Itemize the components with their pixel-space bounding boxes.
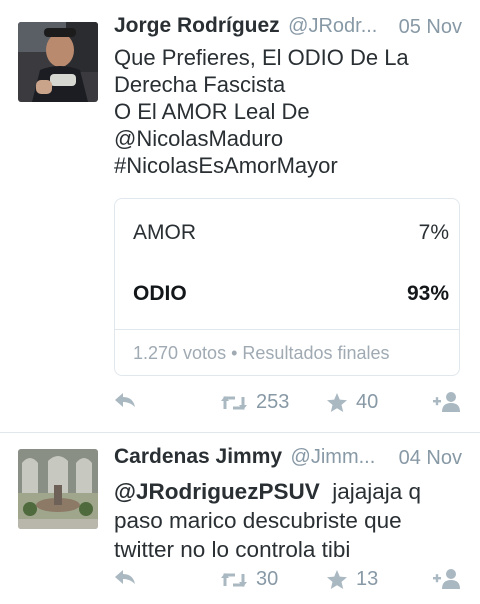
tweet-text: Que Prefieres, El ODIO De La Derecha Fas… bbox=[114, 44, 460, 179]
tweet[interactable]: Jorge Rodríguez @JRodr... 05 Nov Que Pre… bbox=[0, 0, 480, 432]
retweet-icon bbox=[220, 393, 248, 413]
poll-option-label: ODIO bbox=[133, 282, 187, 305]
tweet-header: Cardenas Jimmy @Jimm... 04 Nov bbox=[114, 445, 462, 477]
retweet-button[interactable]: 253 bbox=[220, 391, 289, 414]
reply-icon bbox=[114, 391, 136, 409]
poll-option: AMOR 7% bbox=[133, 221, 449, 251]
tweet-text-line: @JRodriguezPSUV jajajaja q bbox=[114, 477, 460, 506]
author-name[interactable]: Jorge Rodríguez bbox=[114, 14, 280, 37]
poll-footer: 1.270 votos • Resultados finales bbox=[133, 343, 390, 364]
poll-status: Resultados finales bbox=[242, 343, 390, 363]
avatar[interactable] bbox=[18, 449, 98, 529]
retweet-count: 30 bbox=[256, 568, 279, 590]
tweet-text-line: O El AMOR Leal De bbox=[114, 99, 310, 124]
like-count: 13 bbox=[356, 568, 379, 590]
poll-option-winner: ODIO 93% bbox=[133, 282, 449, 312]
reply-button[interactable] bbox=[114, 568, 136, 586]
follow-button[interactable] bbox=[432, 391, 462, 413]
reply-button[interactable] bbox=[114, 391, 136, 409]
like-button[interactable]: 40 bbox=[326, 391, 378, 414]
hashtag-link[interactable]: #NicolasEsAmorMayor bbox=[114, 152, 460, 179]
author-handle[interactable]: @Jimm... bbox=[291, 446, 376, 468]
author-handle[interactable]: @JRodr... bbox=[288, 15, 377, 37]
tweet-text-line: Derecha Fascista bbox=[114, 72, 286, 97]
poll-separator: • bbox=[231, 343, 238, 363]
tweet-date[interactable]: 05 Nov bbox=[399, 16, 462, 39]
retweet-button[interactable]: 30 bbox=[220, 568, 278, 591]
poll-card: AMOR 7% ODIO 93% 1.270 votos • Resultado… bbox=[114, 198, 460, 376]
poll-option-percent: 93% bbox=[406, 282, 449, 305]
tweet[interactable]: Cardenas Jimmy @Jimm... 04 Nov @JRodrigu… bbox=[0, 433, 480, 604]
retweet-count: 253 bbox=[256, 391, 290, 413]
like-button[interactable]: 13 bbox=[326, 568, 378, 591]
poll-divider bbox=[115, 329, 459, 330]
follow-icon bbox=[432, 391, 462, 413]
tweet-text-line: Que Prefieres, El ODIO De La bbox=[114, 45, 409, 70]
follow-icon bbox=[432, 568, 462, 590]
tweet-text-fragment: jajajaja q bbox=[332, 479, 422, 504]
poll-option-label: AMOR bbox=[133, 221, 196, 244]
tweet-date[interactable]: 04 Nov bbox=[399, 447, 462, 470]
tweet-text-line: paso marico descubriste que bbox=[114, 508, 402, 533]
star-icon bbox=[326, 569, 348, 590]
star-icon bbox=[326, 392, 348, 413]
tweet-header: Jorge Rodríguez @JRodr... 05 Nov bbox=[114, 14, 462, 46]
tweet-text: @JRodriguezPSUV jajajaja q paso marico d… bbox=[114, 477, 460, 564]
reply-icon bbox=[114, 568, 136, 586]
author-name[interactable]: Cardenas Jimmy bbox=[114, 445, 282, 468]
retweet-icon bbox=[220, 570, 248, 590]
avatar[interactable] bbox=[18, 22, 98, 102]
mention-link[interactable]: @NicolasMaduro bbox=[114, 125, 460, 152]
tweet-actions: 30 13 bbox=[114, 568, 462, 594]
like-count: 40 bbox=[356, 391, 379, 413]
follow-button[interactable] bbox=[432, 568, 462, 590]
tweet-text-line: twitter no lo controla tibi bbox=[114, 537, 351, 562]
poll-votes: 1.270 votos bbox=[133, 343, 227, 363]
poll-option-percent: 7% bbox=[418, 221, 449, 244]
tweet-actions: 253 40 bbox=[114, 391, 462, 417]
mention-link[interactable]: @JRodriguezPSUV bbox=[114, 479, 320, 504]
